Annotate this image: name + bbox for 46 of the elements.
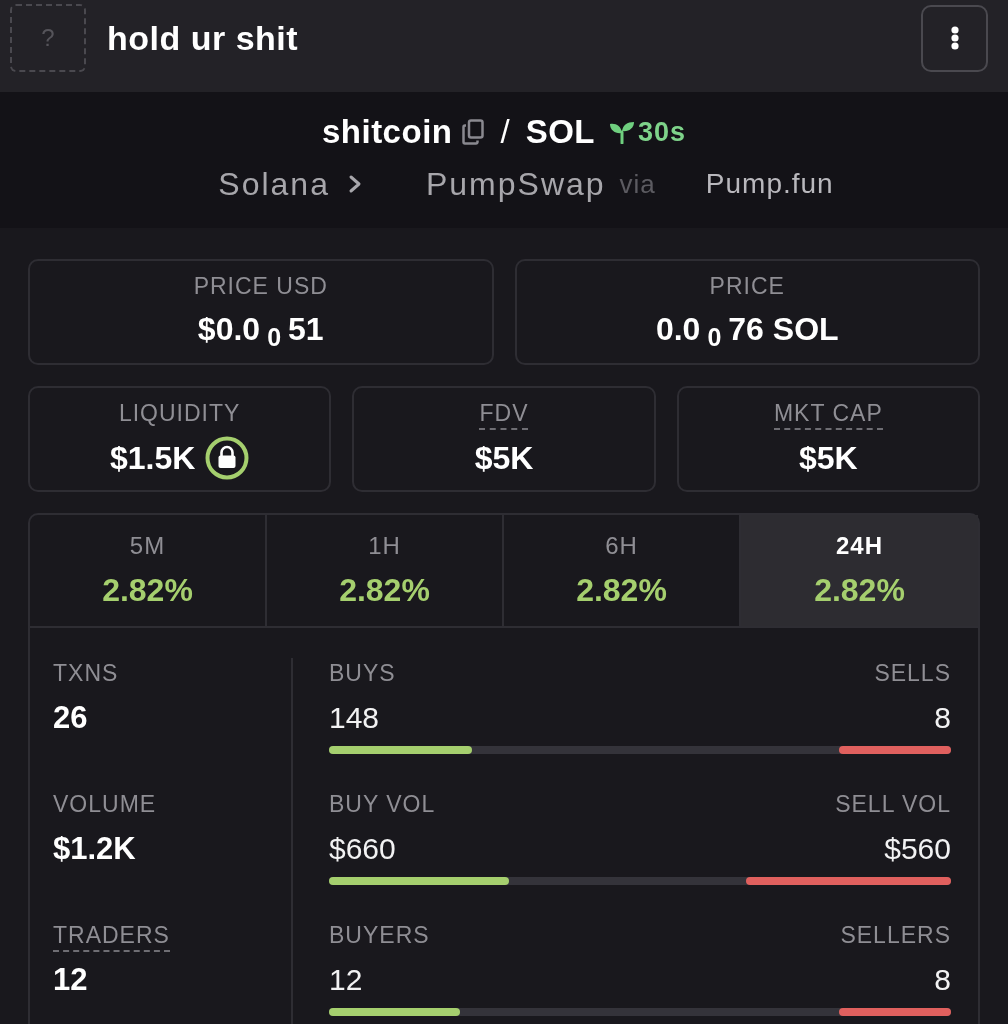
card-label: MKT CAP — [773, 398, 883, 430]
stat-value: 26 — [53, 699, 88, 737]
dex-link[interactable]: PumpSwap — [425, 165, 606, 203]
stat-label: VOLUME — [53, 790, 157, 819]
menu-button[interactable] — [921, 4, 988, 72]
sprout-icon — [609, 120, 635, 144]
sell-label: SELLS — [874, 659, 951, 688]
stat-value: $1.2K — [53, 830, 136, 868]
card-label: PRICE — [709, 272, 785, 301]
card-label: PRICE USD — [193, 272, 328, 301]
card-label: LIQUIDITY — [118, 399, 241, 428]
page-title: hold ur shit — [107, 18, 299, 59]
stat-label: TXNS — [53, 659, 119, 688]
buy-label: BUYS — [329, 659, 396, 688]
chain-link[interactable]: Solana — [218, 165, 330, 203]
buy-label: BUY VOL — [329, 790, 436, 819]
chevron-right-icon — [347, 174, 362, 194]
card-value: $1.5K — [109, 439, 196, 478]
card-value: $0.0$_{0}$51 — [197, 310, 324, 349]
period-tab[interactable]: 24H 2.82% — [741, 515, 978, 626]
buy-value: 148 — [329, 700, 380, 736]
period-tab[interactable]: 1H 2.82% — [267, 515, 504, 626]
stat-value: 12 — [53, 961, 88, 999]
question-mark: ? — [41, 24, 55, 52]
buy-value: 12 — [329, 962, 363, 998]
card-value: $5K — [474, 439, 534, 478]
age-label: 30s — [638, 116, 687, 148]
pair-separator: / — [500, 112, 510, 152]
quote-symbol: SOL — [525, 112, 595, 152]
via-text: via — [619, 168, 656, 201]
copy-icon — [462, 119, 485, 145]
period-tab[interactable]: 5M 2.82% — [30, 515, 267, 626]
buy-value: $660 — [329, 831, 396, 867]
launchpad-link[interactable]: Pump.fun — [705, 165, 834, 203]
sell-value: $560 — [884, 831, 951, 867]
more-icon — [950, 26, 959, 50]
sell-label: SELLERS — [840, 921, 951, 950]
buy-label: BUYERS — [329, 921, 430, 950]
sell-value: 8 — [934, 962, 951, 998]
token-symbol: shitcoin — [321, 112, 453, 152]
sell-label: SELL VOL — [835, 790, 951, 819]
card-value: 0.0$_{0}$76 SOL — [655, 310, 839, 349]
stat-label: TRADERS — [53, 920, 170, 952]
card-label: FDV — [479, 398, 529, 430]
sell-value: 8 — [934, 700, 951, 736]
card-value: $5K — [798, 439, 858, 478]
